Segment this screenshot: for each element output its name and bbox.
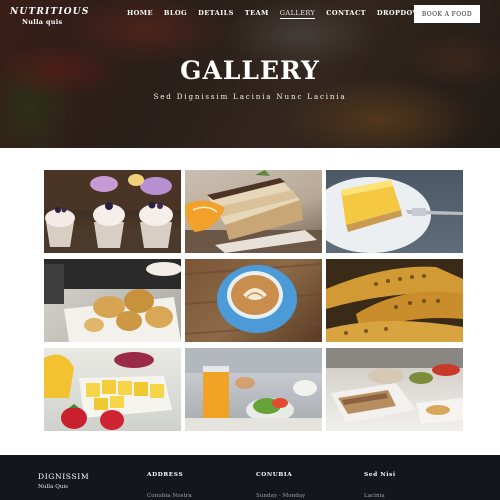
- footer-item[interactable]: Conubia Nostra: [147, 493, 192, 499]
- book-food-button[interactable]: BOOK A FOOD: [414, 5, 480, 23]
- footer-heading: CONUBIA: [256, 472, 293, 478]
- footer-item[interactable]: Lacinia: [364, 493, 396, 499]
- brand-logo[interactable]: NUTRITIOUS Nulla quis: [10, 7, 90, 26]
- brunch-illustration: [185, 348, 322, 431]
- pastries-illustration: [44, 259, 181, 342]
- site-footer: DIGNISSIM Nulla Quis ADDRESS Conubia Nos…: [0, 455, 500, 500]
- footer-column-conubia: CONUBIA Sunday - Monday: [256, 472, 305, 499]
- gallery-image-tiramisu-cake[interactable]: [185, 170, 322, 253]
- gallery-grid: [44, 170, 463, 431]
- nav-home[interactable]: HOME: [127, 9, 153, 19]
- nav-gallery[interactable]: GALLERY: [279, 9, 316, 19]
- gallery-image-grilled-corn[interactable]: [326, 259, 463, 342]
- gallery-image-fried-pastries[interactable]: [44, 259, 181, 342]
- platter-illustration: [326, 348, 463, 424]
- footer-brand-tagline: Nulla Quis: [38, 484, 69, 490]
- brand-tagline: Nulla quis: [22, 18, 63, 26]
- gallery-image-cupcakes[interactable]: [44, 170, 181, 253]
- nav-contact[interactable]: CONTACT: [326, 9, 366, 19]
- cheesecake-illustration: [326, 177, 463, 253]
- footer-item[interactable]: Sunday - Monday: [256, 493, 305, 499]
- footer-column-address: ADDRESS Conubia Nostra: [147, 472, 192, 499]
- gallery-image-brunch-table[interactable]: [185, 348, 322, 431]
- gallery-image-fruit-plate[interactable]: [44, 348, 181, 431]
- tiramisu-illustration: [185, 170, 322, 253]
- coffee-illustration: [185, 263, 322, 335]
- gallery-image-lemon-cheesecake[interactable]: [326, 170, 463, 253]
- main-nav: HOME BLOG DETAILS TEAM GALLERY CONTACT D…: [127, 9, 444, 19]
- footer-heading: Sed Nisi: [364, 472, 396, 478]
- page-subtitle: Sed Dignissim Lacinia Nunc Lacinia: [153, 92, 347, 101]
- page-title: GALLERY: [180, 56, 320, 85]
- gallery-image-latte-art-coffee[interactable]: [185, 259, 322, 342]
- footer-column-sed-nisi: Sed Nisi Lacinia: [364, 472, 396, 499]
- nav-details[interactable]: DETAILS: [198, 9, 234, 19]
- fruit-illustration: [44, 352, 172, 430]
- corn-illustration: [326, 259, 463, 342]
- footer-brand-name: DIGNISSIM: [38, 472, 90, 481]
- footer-brand[interactable]: DIGNISSIM Nulla Quis: [38, 472, 89, 490]
- nav-blog[interactable]: BLOG: [164, 9, 187, 19]
- brand-name: NUTRITIOUS: [10, 7, 90, 17]
- cupcakes-illustration: [44, 170, 181, 253]
- hero-banner: NUTRITIOUS Nulla quis HOME BLOG DETAILS …: [0, 0, 500, 148]
- gallery-image-snack-platter[interactable]: [326, 348, 463, 431]
- footer-heading: ADDRESS: [147, 472, 184, 478]
- nav-team[interactable]: TEAM: [245, 9, 269, 19]
